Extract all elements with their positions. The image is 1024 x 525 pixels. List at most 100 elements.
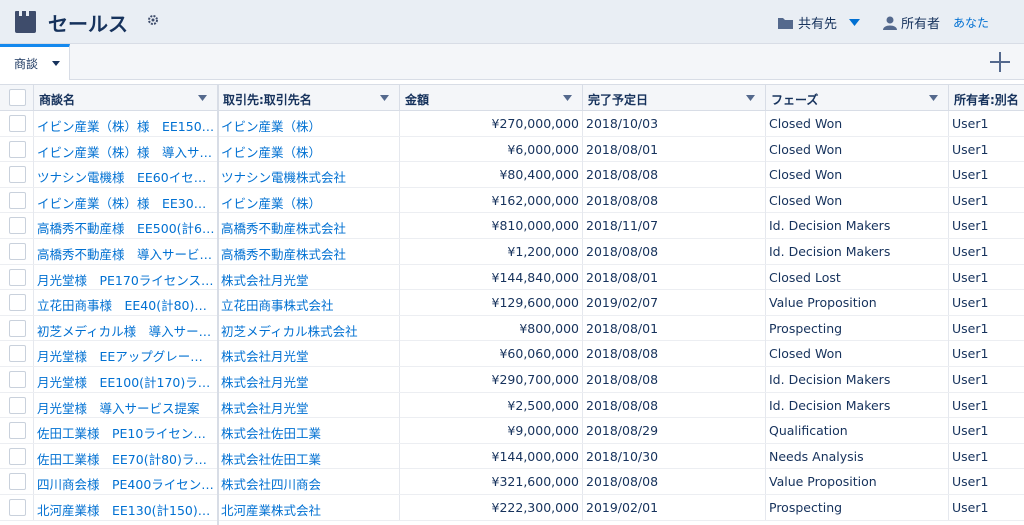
row-checkbox[interactable] bbox=[9, 422, 26, 440]
row-checkbox[interactable] bbox=[9, 191, 26, 209]
cell-owner-alias: User1 bbox=[952, 116, 989, 131]
cell-close-date: 2018/08/29 bbox=[583, 418, 766, 444]
cell-opportunity-name[interactable]: ツナシン電機様 EE60イセ… bbox=[34, 162, 218, 188]
chevron-down-icon[interactable] bbox=[746, 95, 755, 101]
cell-account-name[interactable]: ツナシン電機株式会社 bbox=[218, 162, 400, 188]
cell-account-name[interactable]: 株式会社佐田工業 bbox=[218, 443, 400, 469]
cell-close-date: 2018/11/07 bbox=[583, 213, 766, 239]
select-all-checkbox[interactable] bbox=[9, 89, 26, 106]
row-checkbox[interactable] bbox=[9, 243, 26, 260]
cell-account-name[interactable]: イビン産業（株） bbox=[218, 111, 400, 136]
row-checkbox[interactable] bbox=[9, 268, 26, 286]
row-checkbox[interactable] bbox=[9, 447, 26, 465]
cell-account-name[interactable]: 高橋秀不動産株式会社 bbox=[218, 213, 400, 239]
cell-account-name[interactable]: 株式会社月光堂 bbox=[218, 264, 400, 290]
cell-opportunity-name[interactable]: 高橋秀不動産様 EE500(計6… bbox=[34, 213, 218, 239]
row-checkbox[interactable] bbox=[9, 115, 26, 132]
cell-amount: ¥162,000,000 bbox=[400, 187, 583, 213]
opportunity-table: 商談名 取引先:取引先名 金額 完了予定日 フェーズ 所有者:別名 イビン産業（… bbox=[0, 84, 1024, 525]
cell-close-date: 2018/08/08 bbox=[583, 469, 766, 495]
cell-account-name[interactable]: イビン産業（株） bbox=[218, 187, 400, 213]
cell-account-name[interactable]: 株式会社月光堂 bbox=[218, 367, 400, 392]
person-icon bbox=[883, 16, 897, 30]
column-header-close-date[interactable]: 完了予定日 bbox=[583, 85, 766, 111]
chevron-down-icon[interactable] bbox=[849, 19, 861, 26]
cell-opportunity-name[interactable]: 月光堂様 導入サービス提案 bbox=[34, 392, 218, 418]
cell-account-name[interactable]: イビン産業（株） bbox=[218, 136, 400, 162]
row-checkbox[interactable] bbox=[9, 473, 26, 491]
chevron-down-icon[interactable] bbox=[380, 95, 389, 101]
cell-opportunity-name[interactable]: 四川商会様 PE400ライセン… bbox=[34, 469, 218, 495]
cell-opportunity-name[interactable]: 高橋秀不動産様 導入サービ… bbox=[34, 239, 218, 264]
cell-opportunity-name[interactable]: 立花田商事様 EE40(計80)… bbox=[34, 290, 218, 316]
cell-stage: Closed Lost bbox=[766, 264, 949, 290]
cell-owner-alias: User1 bbox=[952, 423, 989, 439]
tab-opportunities[interactable]: 商談 bbox=[0, 44, 70, 80]
cell-account-name[interactable]: 初芝メディカル株式会社 bbox=[218, 315, 400, 341]
cell-account-name[interactable]: 北河産業株式会社 bbox=[218, 495, 400, 520]
cell-opportunity-name[interactable]: 月光堂様 EE100(計170)ラ… bbox=[34, 367, 218, 392]
cell-opportunity-name[interactable]: イビン産業（株）様 EE150… bbox=[34, 111, 218, 136]
cell-owner-alias: User1 bbox=[952, 141, 989, 157]
row-select-cell bbox=[0, 162, 34, 188]
column-header-account-name[interactable]: 取引先:取引先名 bbox=[218, 85, 400, 111]
cell-account-name[interactable]: 立花田商事株式会社 bbox=[218, 290, 400, 316]
row-select-cell bbox=[0, 418, 34, 444]
row-checkbox[interactable] bbox=[9, 371, 26, 388]
frozen-column-divider[interactable] bbox=[217, 84, 219, 525]
cell-amount: ¥6,000,000 bbox=[400, 136, 583, 162]
cell-stage: Closed Won bbox=[766, 136, 949, 162]
tab-bar: 商談 bbox=[0, 44, 1024, 80]
tab-label: 商談 bbox=[14, 57, 39, 71]
row-checkbox[interactable] bbox=[9, 140, 26, 158]
table-row: 立花田商事様 EE40(計80)… 立花田商事株式会社 ¥129,600,000 20… bbox=[0, 290, 1024, 316]
column-header-stage[interactable]: フェーズ bbox=[766, 85, 949, 111]
cell-owner-alias: User1 bbox=[952, 500, 989, 515]
table-row: イビン産業（株）様 EE150… イビン産業（株） ¥270,000,000 2018… bbox=[0, 111, 1024, 137]
row-checkbox[interactable] bbox=[9, 319, 26, 337]
column-header-opportunity-name[interactable]: 商談名 bbox=[34, 85, 218, 111]
table-header-row: 商談名 取引先:取引先名 金額 完了予定日 フェーズ 所有者:別名 bbox=[0, 84, 1024, 111]
table-row: 月光堂様 導入サービス提案 株式会社月光堂 ¥2,500,000 2018/08/08… bbox=[0, 392, 1024, 419]
column-header-owner-alias[interactable]: 所有者:別名 bbox=[949, 85, 1024, 111]
cell-amount: ¥810,000,000 bbox=[400, 213, 583, 239]
cell-account-name[interactable]: 株式会社四川商会 bbox=[218, 469, 400, 495]
table-row: イビン産業（株）様 EE30… イビン産業（株） ¥162,000,000 2018/… bbox=[0, 187, 1024, 214]
cell-opportunity-name[interactable]: 北河産業様 EE130(計150)… bbox=[34, 495, 218, 520]
chevron-down-icon[interactable] bbox=[52, 61, 61, 66]
app-header: セールス 共有先 所有者 あなた bbox=[0, 0, 1024, 44]
row-checkbox[interactable] bbox=[9, 345, 26, 363]
cell-account-name[interactable]: 株式会社佐田工業 bbox=[218, 418, 400, 444]
cell-opportunity-name[interactable]: イビン産業（株）様 EE30… bbox=[34, 187, 218, 213]
cell-opportunity-name[interactable]: 月光堂様 PE170ライセンス… bbox=[34, 264, 218, 290]
row-checkbox[interactable] bbox=[9, 499, 26, 516]
gear-icon[interactable] bbox=[147, 14, 159, 26]
add-tab-icon[interactable] bbox=[990, 52, 1010, 72]
cell-account-name[interactable]: 株式会社月光堂 bbox=[218, 341, 400, 367]
cell-opportunity-name[interactable]: 佐田工業様 PE10ライセン… bbox=[34, 418, 218, 444]
row-select-cell bbox=[0, 239, 34, 264]
chevron-down-icon[interactable] bbox=[563, 95, 572, 101]
owner-filter[interactable]: 所有者 あなた bbox=[883, 13, 989, 32]
row-checkbox[interactable] bbox=[9, 294, 26, 312]
table-row: ツナシン電機様 EE60イセ… ツナシン電機株式会社 ¥80,400,000 2018… bbox=[0, 162, 1024, 188]
column-header-amount[interactable]: 金額 bbox=[400, 85, 583, 111]
cell-opportunity-name[interactable]: 初芝メディカル様 導入サー… bbox=[34, 315, 218, 341]
row-checkbox[interactable] bbox=[9, 166, 26, 184]
owner-value[interactable]: あなた bbox=[953, 14, 989, 31]
cell-amount: ¥129,600,000 bbox=[400, 290, 583, 316]
cell-stage: Prospecting bbox=[766, 315, 949, 341]
chevron-down-icon[interactable] bbox=[929, 95, 938, 101]
cell-opportunity-name[interactable]: イビン産業（株）様 導入サ… bbox=[34, 136, 218, 162]
cell-close-date: 2018/08/08 bbox=[583, 162, 766, 188]
cell-account-name[interactable]: 株式会社月光堂 bbox=[218, 392, 400, 418]
row-checkbox[interactable] bbox=[9, 396, 26, 414]
row-checkbox[interactable] bbox=[9, 217, 26, 235]
cell-stage: Needs Analysis bbox=[766, 443, 949, 469]
row-select-cell bbox=[0, 136, 34, 162]
chevron-down-icon[interactable] bbox=[198, 95, 207, 101]
shared-with-filter[interactable]: 共有先 bbox=[778, 13, 861, 32]
cell-opportunity-name[interactable]: 佐田工業様 EE70(計80)ラ… bbox=[34, 443, 218, 469]
cell-account-name[interactable]: 高橋秀不動産株式会社 bbox=[218, 239, 400, 264]
cell-opportunity-name[interactable]: 月光堂様 EEアップグレー… bbox=[34, 341, 218, 367]
